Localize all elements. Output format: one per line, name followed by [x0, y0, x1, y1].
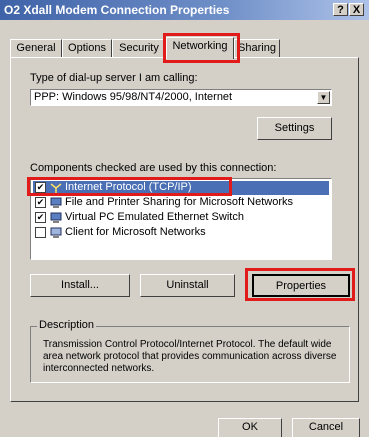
- tab-security[interactable]: Security: [112, 39, 166, 58]
- list-item[interactable]: ✔ Virtual PC Emulated Ethernet Switch: [33, 211, 329, 225]
- list-item[interactable]: Client for Microsoft Networks: [33, 226, 329, 240]
- help-icon: ?: [337, 4, 344, 16]
- ok-button[interactable]: OK: [218, 418, 282, 437]
- checkbox-tcpip[interactable]: ✔: [35, 182, 46, 193]
- properties-button[interactable]: Properties: [252, 274, 350, 297]
- chevron-down-icon[interactable]: ▼: [317, 91, 330, 104]
- uninstall-button[interactable]: Uninstall: [140, 274, 235, 297]
- components-list[interactable]: ✔ Internet Protocol (TCP/IP) ✔ File and …: [30, 178, 332, 260]
- cancel-button[interactable]: Cancel: [292, 418, 360, 437]
- tab-general[interactable]: General: [10, 39, 62, 58]
- server-type-value: PPP: Windows 95/98/NT4/2000, Internet: [34, 91, 233, 103]
- server-type-label: Type of dial-up server I am calling:: [30, 72, 198, 84]
- list-item[interactable]: ✔ File and Printer Sharing for Microsoft…: [33, 196, 329, 210]
- install-button[interactable]: Install...: [30, 274, 130, 297]
- checkbox-client-ms-networks[interactable]: [35, 227, 46, 238]
- list-item-label: Internet Protocol (TCP/IP): [65, 181, 192, 193]
- network-service-icon: [50, 212, 62, 223]
- network-client-icon: [50, 227, 62, 238]
- list-item-label: File and Printer Sharing for Microsoft N…: [65, 196, 294, 208]
- checkbox-file-printer-sharing[interactable]: ✔: [35, 197, 46, 208]
- network-protocol-icon: [50, 183, 62, 193]
- window-title: O2 Xdall Modem Connection Properties: [4, 3, 230, 17]
- network-service-icon: [50, 197, 62, 208]
- tab-sharing[interactable]: Sharing: [234, 39, 280, 58]
- list-item[interactable]: ✔ Internet Protocol (TCP/IP): [33, 181, 329, 195]
- server-type-select[interactable]: PPP: Windows 95/98/NT4/2000, Internet ▼: [30, 89, 332, 106]
- tab-options[interactable]: Options: [62, 39, 112, 58]
- help-button[interactable]: ?: [333, 3, 348, 16]
- description-legend: Description: [37, 319, 97, 331]
- description-text: Transmission Control Protocol/Internet P…: [43, 339, 337, 374]
- checkbox-virtual-pc-switch[interactable]: ✔: [35, 212, 46, 223]
- tab-networking[interactable]: Networking: [166, 37, 234, 59]
- settings-button[interactable]: Settings: [257, 117, 332, 140]
- title-bar: O2 Xdall Modem Connection Properties ? X: [0, 0, 369, 20]
- close-button[interactable]: X: [349, 3, 364, 16]
- close-icon: X: [352, 4, 361, 16]
- list-item-label: Client for Microsoft Networks: [65, 226, 206, 238]
- list-item-label: Virtual PC Emulated Ethernet Switch: [65, 211, 244, 223]
- components-label: Components checked are used by this conn…: [30, 162, 277, 174]
